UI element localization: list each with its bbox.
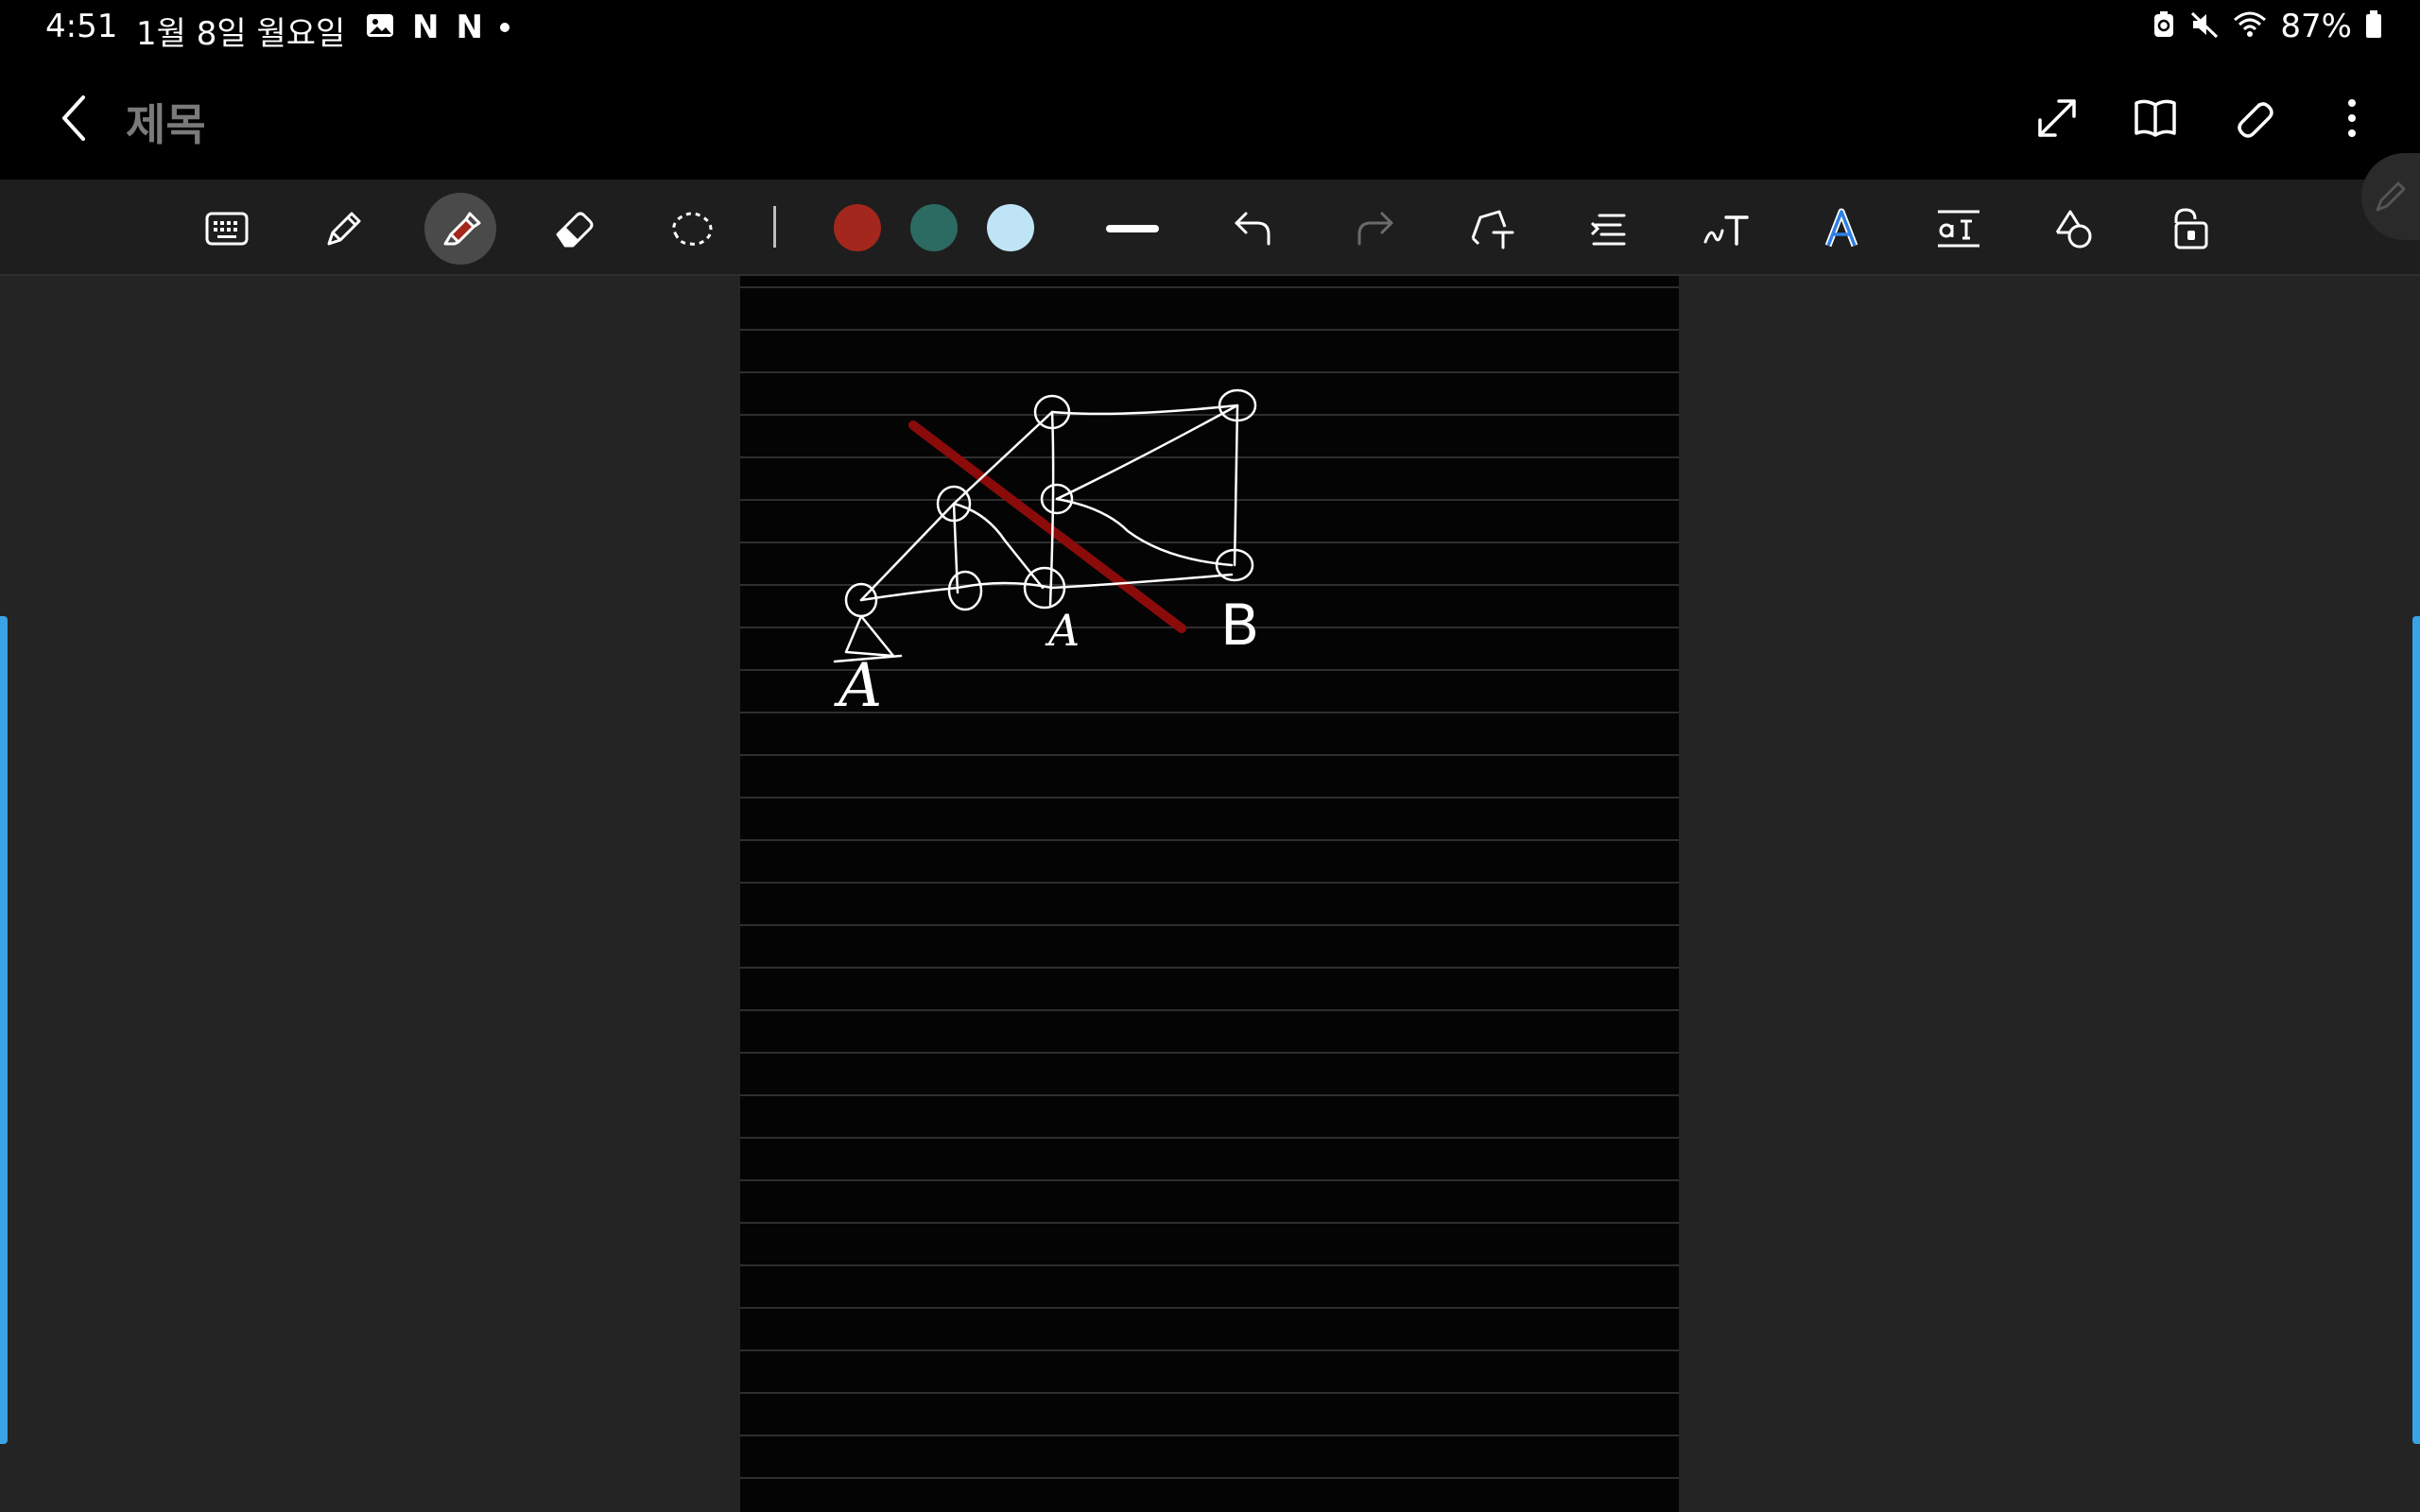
pen-icon: [327, 212, 361, 246]
battery-percent: 87%: [2280, 8, 2352, 45]
netflix-icon: N: [412, 9, 440, 46]
note-title[interactable]: 제목: [126, 91, 206, 153]
notification-icons: N N: [365, 11, 510, 43]
diagram-node: [947, 570, 983, 611]
diagram-line: [859, 573, 1234, 602]
undo-icon: [1235, 212, 1270, 246]
highlighter-tool-button[interactable]: [424, 193, 496, 265]
text-style-icon: [1824, 208, 1858, 248]
undo-button[interactable]: [1218, 193, 1289, 265]
shapes-icon: [2055, 210, 2092, 249]
label-a-middle: A: [1048, 605, 1080, 656]
label-b: B: [1220, 593, 1260, 659]
handwriting-to-text-icon: [1703, 215, 1749, 246]
align-button[interactable]: [1573, 193, 1645, 265]
more-options-button[interactable]: [2327, 89, 2377, 147]
diagram-line: [1050, 404, 1239, 416]
pen-tool-button[interactable]: [308, 193, 380, 265]
diagram-line: [1048, 410, 1055, 607]
highlighter-icon: [443, 212, 481, 246]
dot-icon: [499, 23, 510, 32]
drawing-toolbar: [0, 180, 2420, 276]
battery-saver-icon: [2152, 10, 2176, 43]
eraser-tool-button[interactable]: [539, 193, 611, 265]
diagram-line: [1055, 404, 1239, 501]
expand-icon: [2038, 99, 2076, 137]
system-icons: 87%: [2152, 8, 2382, 45]
mute-icon: [2189, 10, 2220, 43]
label-a-support: A: [838, 651, 883, 721]
keyboard-tool-button[interactable]: [191, 193, 263, 265]
app-bar-actions: [2032, 89, 2377, 147]
shape-to-text-button[interactable]: [1456, 193, 1528, 265]
stroke-thickness-icon: [1106, 225, 1159, 232]
text-style-button[interactable]: [1806, 193, 1877, 265]
lasso-icon: [672, 212, 713, 246]
left-edge-panel-handle[interactable]: [0, 616, 8, 1444]
toolbar-separator: [773, 206, 776, 248]
redo-icon: [1357, 212, 1393, 246]
book-view-icon: [2135, 99, 2176, 137]
more-icon: [2348, 99, 2356, 137]
attach-button[interactable]: [2229, 89, 2278, 147]
color-swatch-red[interactable]: [834, 204, 881, 251]
canvas-area: A A B: [0, 276, 2420, 1512]
lock-button[interactable]: [2155, 193, 2227, 265]
keyboard-icon: [205, 212, 249, 246]
color-swatch-teal[interactable]: [910, 204, 958, 251]
gallery-icon: [365, 11, 395, 43]
lasso-tool-button[interactable]: [656, 193, 728, 265]
handwriting-to-text-button[interactable]: [1690, 193, 1762, 265]
status-bar: 4:51 1월 8일 월요일 N N 87%: [0, 0, 2420, 57]
text-size-icon: [1938, 210, 1979, 248]
stroke-thickness-button[interactable]: [1097, 193, 1168, 265]
shapes-button[interactable]: [2038, 193, 2110, 265]
battery-icon: [2365, 10, 2382, 43]
redo-button[interactable]: [1339, 193, 1410, 265]
support-triangle: [844, 614, 895, 658]
diagram-line: [1233, 404, 1239, 567]
lock-icon: [2174, 208, 2208, 249]
book-view-button[interactable]: [2131, 89, 2180, 147]
color-swatch-lightblue[interactable]: [987, 204, 1034, 251]
back-button[interactable]: [47, 89, 100, 147]
back-arrow-icon: [62, 95, 85, 141]
right-edge-panel-handle[interactable]: [2412, 616, 2420, 1444]
expand-button[interactable]: [2032, 89, 2082, 147]
netflix-icon: N: [456, 9, 483, 46]
eraser-icon: [556, 212, 594, 248]
floating-pen-icon: [2376, 181, 2406, 212]
status-date: 1월 8일 월요일: [136, 15, 346, 53]
diagram-line: [952, 502, 959, 594]
note-page[interactable]: A A B: [740, 276, 1679, 1512]
text-size-button[interactable]: [1923, 193, 1995, 265]
wifi-icon: [2233, 10, 2267, 43]
align-icon: [1590, 214, 1626, 246]
status-time: 4:51: [45, 8, 118, 45]
shape-to-text-icon: [1471, 210, 1514, 249]
app-bar: 제목: [0, 57, 2420, 180]
handwritten-diagram: [833, 388, 1257, 663]
attach-icon: [2238, 102, 2273, 138]
